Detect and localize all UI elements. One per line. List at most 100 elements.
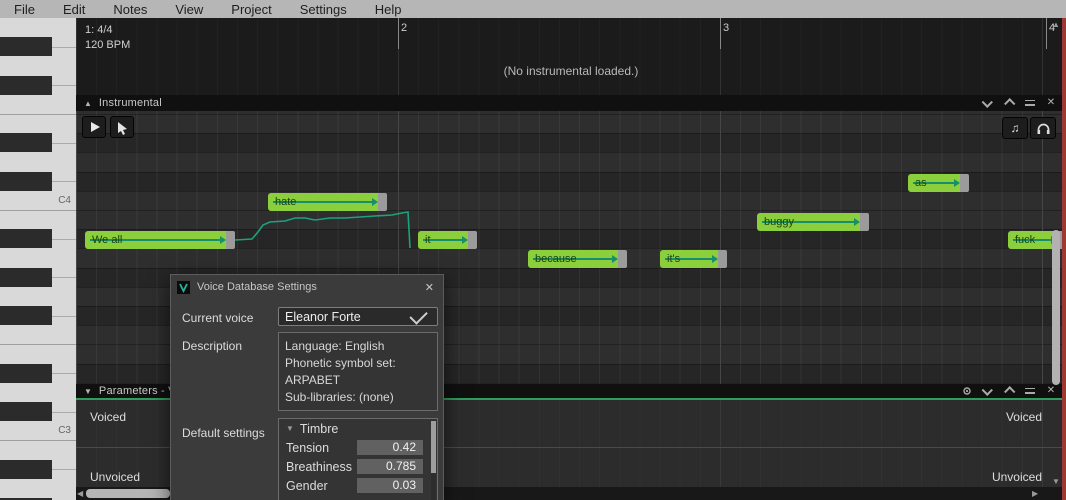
grid-row [76,210,1066,230]
scroll-down-arrow[interactable]: ▼ [1052,477,1060,487]
note-tail-handle[interactable] [226,231,235,249]
param-name: Tension [286,440,330,455]
dock-icon[interactable] [1024,385,1036,397]
note[interactable]: it's [660,250,727,268]
white-key-separator [52,46,76,48]
dialog-title: Voice Database Settings [197,281,317,293]
note-tail-handle[interactable] [378,193,387,211]
piano-key-black[interactable] [0,229,52,249]
note-tail-handle[interactable] [718,250,727,268]
close-icon[interactable]: ✕ [1045,97,1057,109]
timbre-group-header[interactable]: ▼ Timbre [279,419,437,438]
note-lyric: hate [275,195,297,208]
menu-item-project[interactable]: Project [217,2,285,17]
note-arrow-icon [712,255,718,263]
dialog-close-icon[interactable]: ✕ [425,281,434,294]
piano-key-black[interactable] [0,402,52,421]
dock-icon[interactable] [1024,97,1036,109]
description-line: Language: English [285,339,385,353]
note-tail-handle[interactable] [618,250,627,268]
menu-item-file[interactable]: File [0,2,49,17]
synthesizer-app-window: File Edit Notes View Project Settings Help 1: … [0,0,1066,500]
app-logo-icon [177,280,190,294]
settings-scrollbar[interactable] [431,420,436,500]
no-instrumental-message: (No instrumental loaded.) [503,64,639,78]
note[interactable]: We all [85,231,235,249]
note-arrow-icon [220,236,226,244]
grid-row [76,133,1066,153]
note[interactable]: hate [268,193,387,211]
menu-item-notes[interactable]: Notes [99,2,161,17]
monitor-button[interactable] [1030,117,1056,139]
note-tail-handle[interactable] [860,213,869,231]
play-button[interactable] [82,116,106,138]
piano-key-black[interactable] [0,133,52,153]
note-arrow-icon [462,236,468,244]
note-tail-handle[interactable] [960,174,969,192]
param-value-field[interactable]: 0.785 [357,459,423,474]
white-key-separator [52,85,76,87]
scroll-left-arrow[interactable]: ◀ [77,489,83,499]
piano-key-black[interactable] [0,363,52,383]
description-label: Description [182,339,243,353]
menu-item-help[interactable]: Help [361,2,416,17]
piano-keyboard[interactable]: C4 C3 [0,18,76,500]
note[interactable]: it [418,231,477,249]
arrangement-timeline[interactable]: 1: 4/4 120 BPM (No instrumental loaded.)… [76,18,1066,95]
parameter-track-label: Unvoiced [90,470,141,484]
settings-rows: ▼ Timbre Tension 0.42 Breathiness 0.785 Gend… [279,419,437,495]
collapse-down-icon[interactable]: ▼ [84,387,92,396]
menu-item-settings[interactable]: Settings [286,2,361,17]
parameter-track-label: Voiced [90,410,127,424]
piano-key-black[interactable] [0,75,52,95]
voice-database-settings-dialog[interactable]: Voice Database Settings ✕ Current voice … [170,274,444,500]
scroll-up-arrow[interactable]: ▲ [1052,20,1060,30]
pointer-tool-button[interactable] [110,116,134,138]
menu-item-view[interactable]: View [161,2,217,17]
param-value-field[interactable]: 0.03 [357,478,423,493]
piano-key-black[interactable] [0,459,52,479]
chevron-down-icon[interactable] [981,384,994,397]
settings-scrollbar-thumb[interactable] [431,421,436,473]
param-row: Breathiness 0.785 [279,457,437,476]
headphones-icon [1037,123,1049,134]
description-line: Phonetic symbol set: ARPABET [285,356,396,388]
close-icon[interactable]: ✕ [1045,385,1057,397]
note[interactable]: because [528,250,627,268]
instrumental-panel-controls: ✕ [981,96,1066,110]
note[interactable]: as [908,174,969,192]
piano-key-black[interactable] [0,306,52,325]
piano-key-black[interactable] [0,171,52,191]
chevron-up-icon[interactable] [1003,385,1016,398]
parameters-panel-controls: ✕ [961,384,1066,398]
menu-item-edit[interactable]: Edit [49,2,99,17]
default-settings-box[interactable]: ▼ Timbre Tension 0.42 Breathiness 0.785 Gend… [278,418,438,500]
horizontal-scrollbar-thumb[interactable] [86,489,170,498]
octave-label: C3 [58,425,71,437]
chevron-up-icon[interactable] [1003,97,1016,110]
grid-row [76,190,1066,210]
scroll-right-arrow[interactable]: ▶ [1032,489,1038,499]
piano-key-black[interactable] [0,37,52,57]
note-lyric: fuck [1015,233,1036,246]
position-label: 1: 4/4 [85,24,113,36]
parameter-track-label: Unvoiced [991,470,1042,484]
collapse-up-icon[interactable]: ▲ [84,99,92,108]
current-voice-select[interactable]: Eleanor Forte [278,305,438,326]
param-value-field[interactable]: 0.42 [357,440,423,455]
instrumental-panel-header[interactable]: ▲ Instrumental ✕ [76,95,1066,111]
gear-icon[interactable] [961,385,973,397]
note-tail-handle[interactable] [468,231,477,249]
track-mode-button[interactable]: ♫ [1002,117,1028,139]
dialog-title-bar[interactable]: Voice Database Settings ✕ [171,275,443,299]
cursor-icon [117,121,127,135]
white-key-separator [52,373,76,375]
note[interactable]: buggy [757,213,869,231]
piano-key-black[interactable] [0,267,52,287]
vertical-scrollbar-thumb[interactable] [1052,230,1060,385]
chevron-down-icon[interactable] [981,96,994,109]
white-key-separator [0,114,76,115]
instrumental-panel-title: Instrumental [98,97,162,109]
param-name: Gender [286,478,328,493]
description-line: Sub-libraries: (none) [285,390,394,405]
